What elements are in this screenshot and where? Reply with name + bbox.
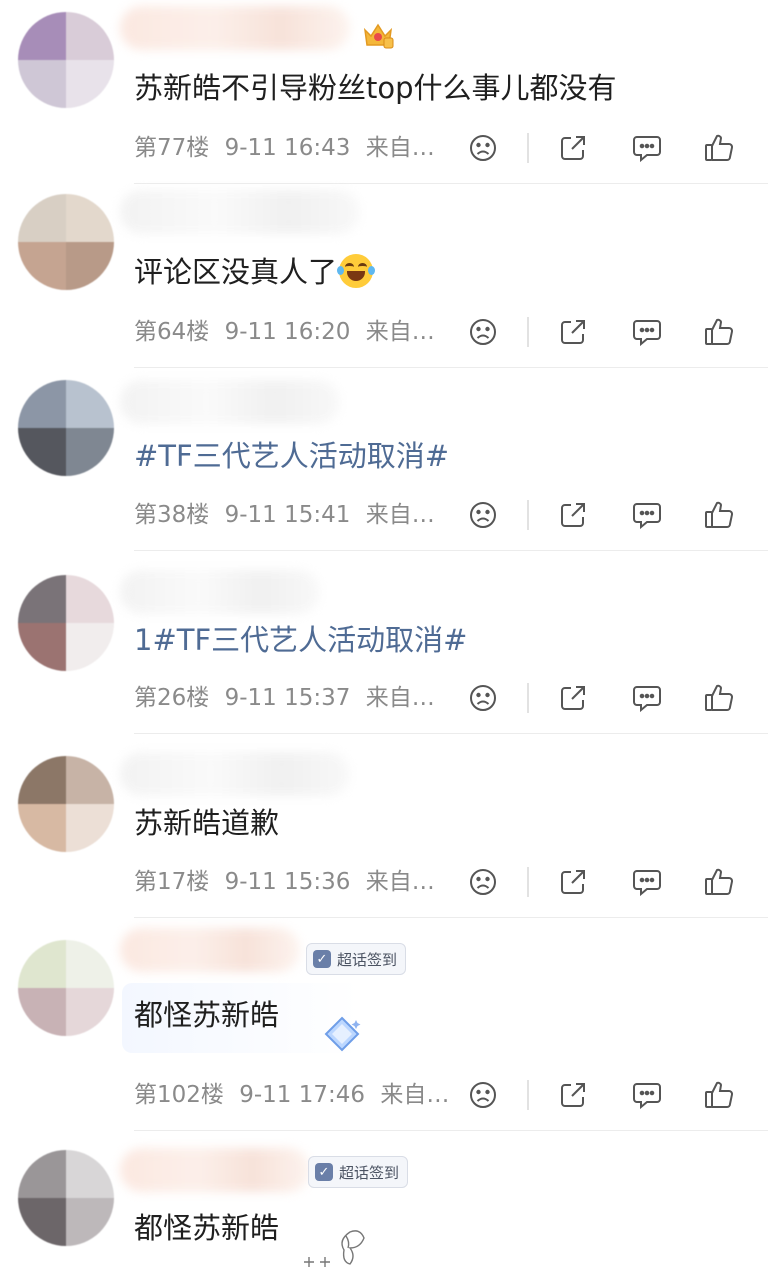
username-blurred[interactable] [120, 380, 340, 424]
sad-face-icon[interactable] [466, 1078, 500, 1112]
avatar[interactable] [18, 12, 114, 108]
comment-source[interactable]: 来自… [366, 869, 435, 895]
share-icon[interactable] [556, 1078, 590, 1112]
comment-time: 9-11 15:36 [224, 869, 351, 895]
comment-source[interactable]: 来自… [366, 135, 435, 161]
share-icon[interactable] [556, 315, 590, 349]
avatar[interactable] [18, 756, 114, 852]
username-blurred[interactable] [120, 6, 350, 50]
divider [527, 867, 529, 897]
comment-text: 评论区没真人了 [134, 252, 376, 292]
divider [527, 1080, 529, 1110]
comment-text: 苏新皓不引导粉丝top什么事儿都没有 [134, 71, 617, 105]
divider [527, 500, 529, 530]
comment-text: 苏新皓道歉 [134, 806, 280, 840]
like-icon[interactable] [702, 681, 736, 715]
floor-number: 第102楼 [134, 1082, 224, 1108]
sad-face-icon[interactable] [466, 315, 500, 349]
like-icon[interactable] [702, 315, 736, 349]
comment-icon[interactable] [630, 681, 664, 715]
checkmark-icon: ✓ [315, 1163, 333, 1181]
username-blurred[interactable] [120, 928, 300, 972]
row-divider [134, 550, 768, 551]
username-blurred[interactable] [120, 190, 360, 234]
avatar[interactable] [18, 194, 114, 290]
sad-face-icon[interactable] [466, 681, 500, 715]
row-divider [134, 1130, 768, 1131]
comment-time: 9-11 15:41 [224, 502, 351, 528]
floor-number: 第17楼 [134, 869, 210, 895]
comment-icon[interactable] [630, 315, 664, 349]
comment-meta: 第77楼 9-11 16:43 来自… [134, 133, 435, 163]
comment-meta: 第26楼 9-11 15:37 来自… [134, 683, 435, 713]
divider [527, 133, 529, 163]
divider [527, 683, 529, 713]
divider [527, 317, 529, 347]
comment-meta: 第17楼 9-11 15:36 来自… [134, 867, 435, 897]
row-divider [134, 733, 768, 734]
comment-icon[interactable] [630, 1078, 664, 1112]
username-blurred[interactable] [120, 1148, 310, 1192]
butterfly-decoration-icon [304, 1230, 365, 1267]
comment-source[interactable]: 来自… [380, 1082, 449, 1108]
like-icon[interactable] [702, 131, 736, 165]
username-blurred[interactable] [120, 570, 320, 614]
floor-number: 第77楼 [134, 135, 210, 161]
comment-source[interactable]: 来自… [366, 685, 435, 711]
like-icon[interactable] [702, 498, 736, 532]
comment-time: 9-11 16:43 [224, 135, 351, 161]
share-icon[interactable] [556, 131, 590, 165]
floor-number: 第64楼 [134, 319, 210, 345]
comment-meta: 第38楼 9-11 15:41 来自… [134, 500, 435, 530]
like-icon[interactable] [702, 1078, 736, 1112]
share-icon[interactable] [556, 865, 590, 899]
sad-face-icon[interactable] [466, 865, 500, 899]
comment-meta: 第102楼 9-11 17:46 来自… [134, 1080, 449, 1110]
comment-icon[interactable] [630, 865, 664, 899]
super-topic-checkin-badge[interactable]: ✓ 超话签到 [308, 1156, 409, 1188]
topic-link[interactable]: #TF三代艺人活动取消# [134, 436, 449, 476]
laughing-tears-emoji-icon [337, 254, 376, 288]
floor-number: 第38楼 [134, 502, 210, 528]
comment-meta: 第64楼 9-11 16:20 来自… [134, 317, 435, 347]
crown-badge-icon [363, 23, 394, 49]
comment-text: 都怪苏新皓 [134, 1211, 280, 1245]
comment-source[interactable]: 来自… [366, 502, 435, 528]
share-icon[interactable] [556, 681, 590, 715]
avatar[interactable] [18, 380, 114, 476]
sad-face-icon[interactable] [466, 498, 500, 532]
avatar[interactable] [18, 940, 114, 1036]
floor-number: 第26楼 [134, 685, 210, 711]
comment-icon[interactable] [630, 131, 664, 165]
comment-time: 9-11 15:37 [224, 685, 351, 711]
row-divider [134, 183, 768, 184]
like-icon[interactable] [702, 865, 736, 899]
comment-icon[interactable] [630, 498, 664, 532]
sad-face-icon[interactable] [466, 131, 500, 165]
topic-link[interactable]: 1#TF三代艺人活动取消# [134, 620, 467, 660]
username-blurred[interactable] [120, 752, 350, 796]
avatar[interactable] [18, 1150, 114, 1246]
row-divider [134, 367, 768, 368]
checkmark-icon: ✓ [313, 950, 331, 968]
diamond-decoration-icon [324, 1016, 361, 1052]
comment-time: 9-11 16:20 [224, 319, 351, 345]
super-topic-checkin-badge[interactable]: ✓ 超话签到 [306, 943, 407, 975]
comment-time: 9-11 17:46 [239, 1082, 366, 1108]
share-icon[interactable] [556, 498, 590, 532]
comment-source[interactable]: 来自… [366, 319, 435, 345]
comment-text: 都怪苏新皓 [134, 998, 280, 1032]
row-divider [134, 917, 768, 918]
avatar[interactable] [18, 575, 114, 671]
